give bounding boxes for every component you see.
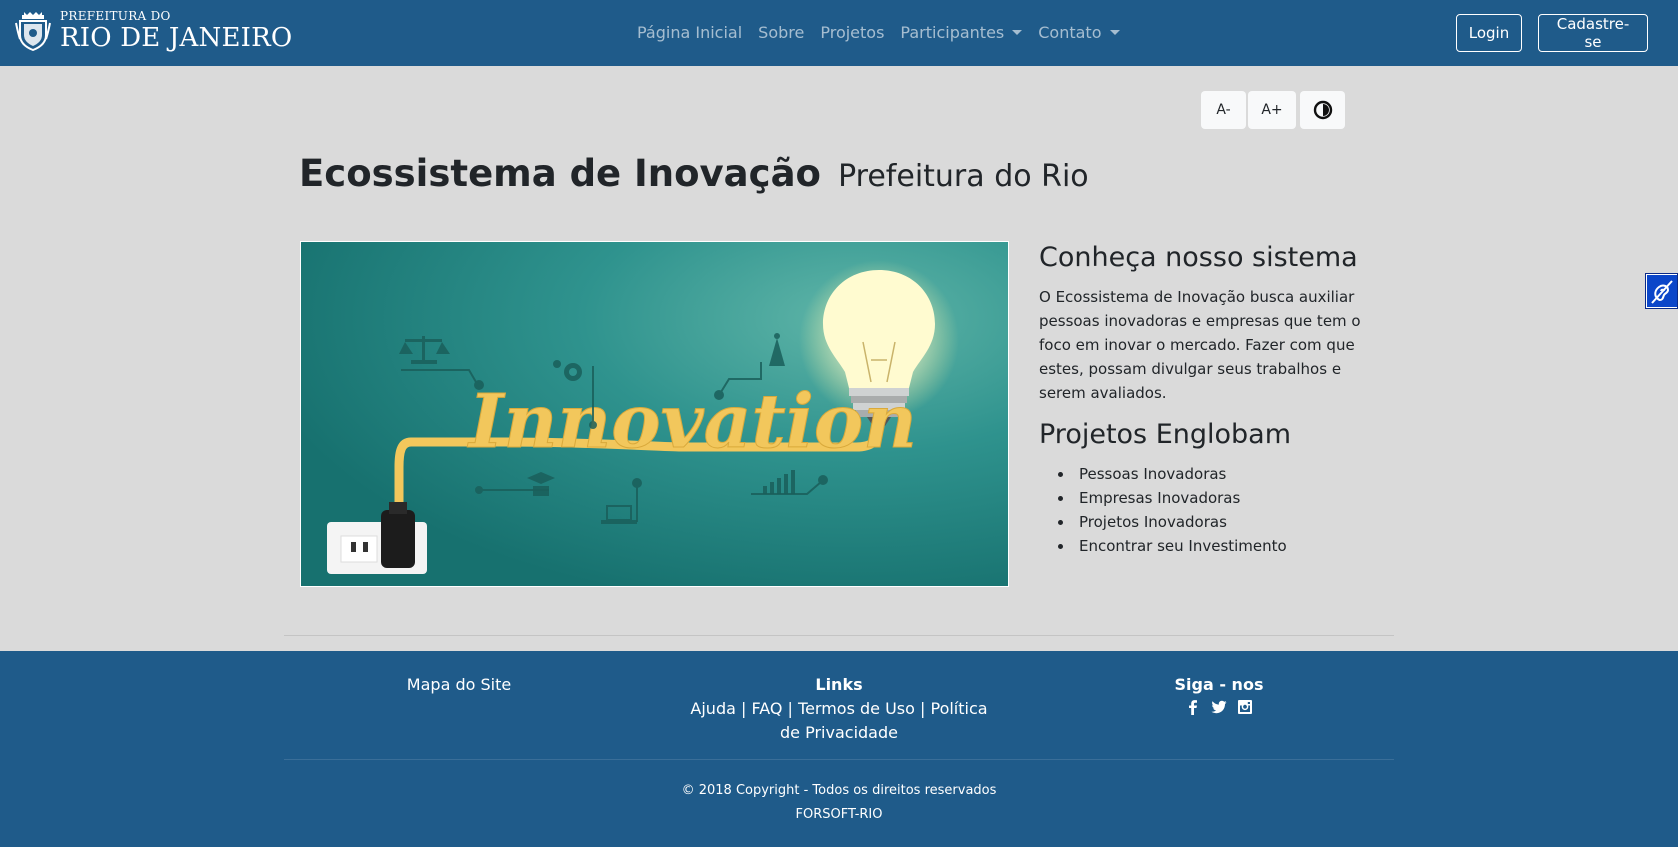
footer-social-column: Siga - nos (1118, 673, 1320, 715)
innovation-banner-image: Innovation (300, 241, 1009, 587)
hearing-hand-icon (1650, 280, 1673, 304)
page-title-subtitle: Prefeitura do Rio (838, 159, 1089, 194)
footer-links-column: Links Ajuda | FAQ | Termos de Uso | Polí… (680, 673, 998, 745)
footer-divider (284, 759, 1394, 760)
list-item: Empresas Inovadoras (1039, 486, 1379, 510)
company-text: FORSOFT-RIO (795, 807, 883, 822)
svg-text:Innovation: Innovation (467, 379, 917, 465)
footer-sitemap-column: Mapa do Site (332, 673, 586, 697)
list-item: Projetos Inovadoras (1039, 510, 1379, 534)
social-icons (1118, 699, 1320, 715)
contrast-button[interactable] (1300, 91, 1345, 129)
chevron-down-icon (1109, 30, 1120, 35)
brand-big-text: RIO DE JANEIRO (60, 23, 293, 53)
signup-button[interactable]: Cadastre-se (1538, 14, 1648, 52)
page-title: Ecossistema de Inovação Prefeitura do Ri… (299, 152, 1089, 195)
decrease-font-button[interactable]: A- (1201, 91, 1246, 129)
innovation-illustration: Innovation (301, 242, 1008, 586)
list-item: Encontrar seu Investimento (1039, 534, 1379, 558)
contrast-icon (1313, 100, 1332, 120)
login-button[interactable]: Login (1456, 14, 1522, 52)
nav-item-participants-label: Participantes (900, 23, 1005, 42)
top-navbar: PREFEITURA DO RIO DE JANEIRO Página Inic… (0, 0, 1678, 66)
page-title-main: Ecossistema de Inovação (299, 152, 821, 195)
copyright-text: © 2018 Copyright - Todos os direitos res… (681, 783, 997, 798)
nav-item-home[interactable]: Página Inicial (637, 23, 742, 42)
content-divider (284, 635, 1394, 636)
instagram-icon[interactable] (1237, 699, 1253, 715)
increase-font-button[interactable]: A+ (1248, 91, 1296, 129)
footer-copyright: © 2018 Copyright - Todos os direitos res… (0, 779, 1678, 827)
about-heading: Conheça nosso sistema (1039, 242, 1358, 273)
brand-logo[interactable]: PREFEITURA DO RIO DE JANEIRO (14, 10, 292, 51)
city-crest-icon (15, 11, 51, 51)
nav-item-contact-label: Contato (1038, 23, 1102, 42)
vlibras-widget-button[interactable] (1645, 273, 1678, 309)
footer-links[interactable]: Ajuda | FAQ | Termos de Uso | Política d… (680, 697, 998, 745)
social-heading: Siga - nos (1174, 675, 1264, 694)
twitter-icon[interactable] (1211, 699, 1227, 715)
nav-item-participants[interactable]: Participantes (900, 23, 1023, 42)
about-section: Conheça nosso sistema O Ecossistema de I… (1039, 242, 1379, 558)
nav-item-contact[interactable]: Contato (1038, 23, 1120, 42)
nav-item-projects[interactable]: Projetos (820, 23, 884, 42)
chevron-down-icon (1012, 30, 1023, 35)
brand-small-text: PREFEITURA DO (60, 9, 171, 23)
main-nav: Página Inicial Sobre Projetos Participan… (637, 23, 1136, 42)
sitemap-link[interactable]: Mapa do Site (407, 675, 511, 694)
nav-item-about[interactable]: Sobre (758, 23, 804, 42)
page-footer: Mapa do Site Links Ajuda | FAQ | Termos … (0, 651, 1678, 847)
links-heading: Links (815, 675, 863, 694)
projects-heading: Projetos Englobam (1039, 419, 1292, 450)
projects-list: Pessoas Inovadoras Empresas Inovadoras P… (1039, 462, 1379, 558)
facebook-icon[interactable] (1185, 699, 1201, 715)
list-item: Pessoas Inovadoras (1039, 462, 1379, 486)
about-text: O Ecossistema de Inovação busca auxiliar… (1039, 288, 1361, 402)
